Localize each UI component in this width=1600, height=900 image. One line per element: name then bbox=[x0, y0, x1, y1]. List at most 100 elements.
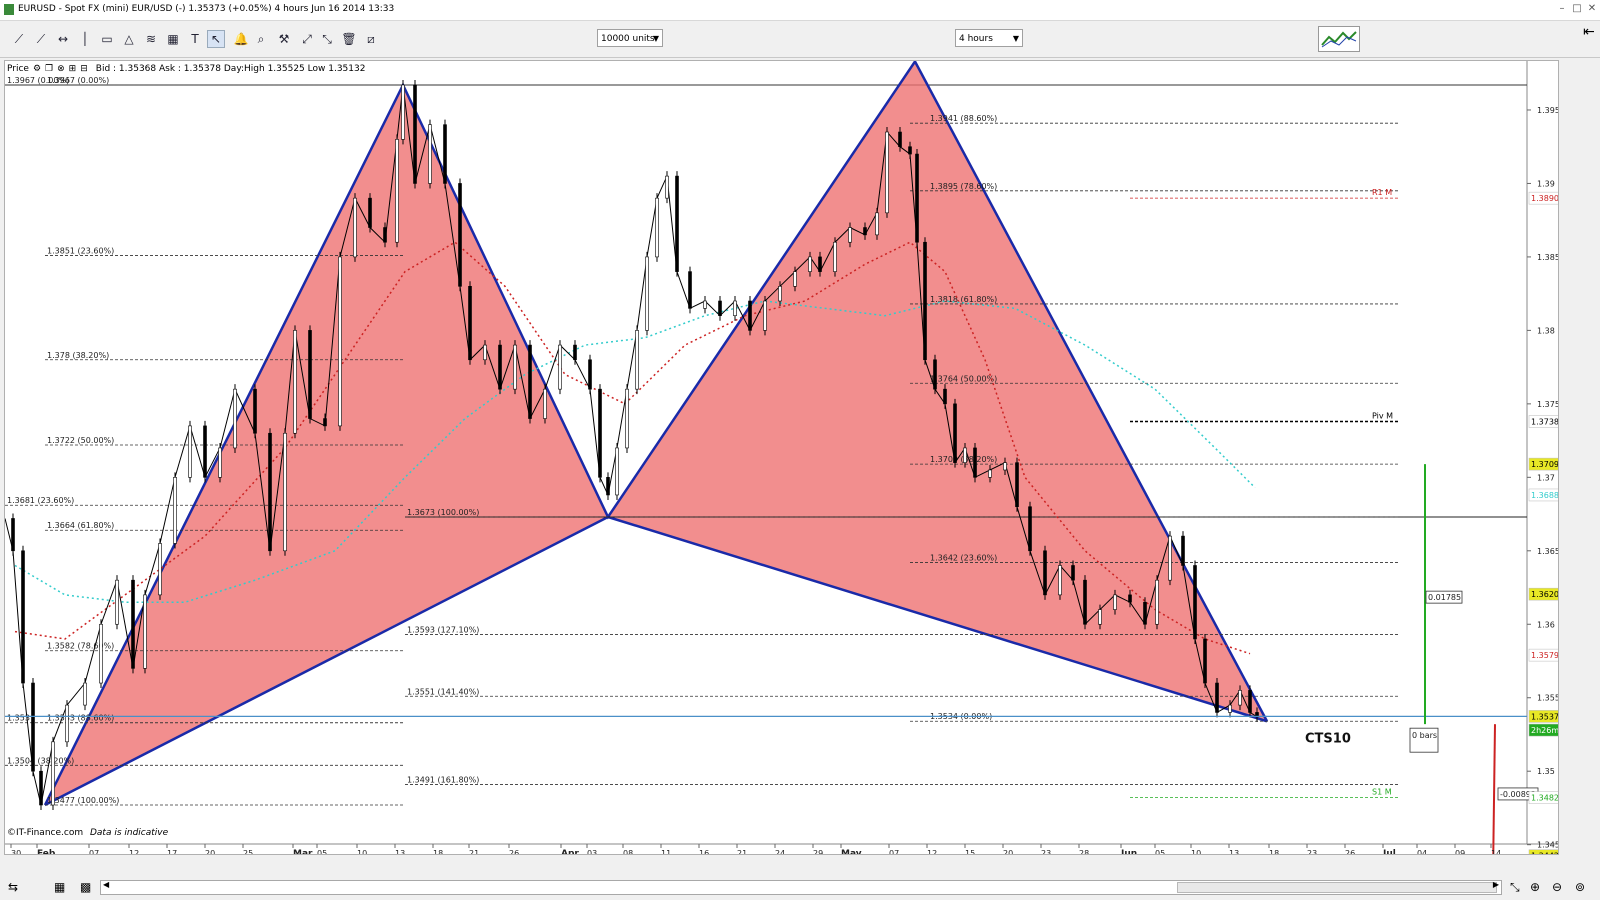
pattern-icon[interactable]: ⤢ bbox=[298, 30, 316, 48]
pivot-label: Piv M bbox=[1372, 411, 1393, 420]
candle-body bbox=[428, 124, 432, 184]
candle-body bbox=[988, 469, 992, 478]
x-tick-label: 25 bbox=[243, 849, 253, 854]
x-tick-label: 29 bbox=[813, 849, 823, 854]
candle-body bbox=[833, 241, 837, 272]
x-tick-label: 23 bbox=[1307, 849, 1317, 854]
candle-body bbox=[1128, 594, 1132, 603]
candle-body bbox=[718, 300, 722, 316]
time-scrollbar[interactable]: ◀ ▶ bbox=[100, 880, 1502, 895]
y-tick-label: 1.36 bbox=[1537, 620, 1555, 629]
fib-left-label: 1.3491 (161.80%) bbox=[407, 775, 479, 784]
grid-icon[interactable]: ▩ bbox=[80, 880, 91, 894]
candle-body bbox=[528, 344, 532, 419]
scroll-left-icon[interactable]: ◀ bbox=[103, 880, 109, 889]
triangle-icon[interactable]: △ bbox=[120, 30, 138, 48]
pivot-label: R1 M bbox=[1372, 188, 1392, 197]
y-tick-label: 1.375 bbox=[1537, 400, 1558, 409]
candle-body bbox=[1071, 565, 1075, 581]
zoom-out-icon[interactable]: ⊖ bbox=[1552, 880, 1562, 894]
price-tag-label: 1.34425 bbox=[1531, 852, 1558, 854]
candle-body bbox=[218, 447, 222, 478]
interval-select[interactable]: 4 hours ▼ bbox=[955, 29, 1023, 47]
trend-tool-icon[interactable]: ⟋ bbox=[32, 30, 50, 48]
x-tick-label: 23 bbox=[1041, 849, 1051, 854]
price-tag-label: 1.3579 bbox=[1531, 651, 1558, 660]
candle-body bbox=[1113, 594, 1117, 610]
scroll-right-icon[interactable]: ▶ bbox=[1493, 880, 1499, 889]
copy-icon[interactable]: ❐ bbox=[45, 64, 53, 74]
candle-body bbox=[21, 550, 25, 684]
export-icon[interactable]: ⊟ bbox=[80, 64, 88, 74]
delete-icon[interactable]: 🗑 bbox=[340, 30, 358, 48]
x-tick-label: 14 bbox=[1491, 849, 1501, 854]
fib-left-label: 1.3851 (23.60%) bbox=[47, 246, 114, 255]
alert-bell-icon[interactable]: 🔔 bbox=[232, 30, 250, 48]
candle-body bbox=[933, 359, 937, 390]
price-tag-label: 2h26m bbox=[1531, 726, 1558, 735]
zoom-in-icon[interactable]: ⊕ bbox=[1530, 880, 1540, 894]
x-tick-label: 21 bbox=[737, 849, 747, 854]
candle-body bbox=[973, 447, 977, 478]
maximize-button[interactable]: □ bbox=[1570, 3, 1584, 14]
x-tick-label: 07 bbox=[889, 849, 899, 854]
candle-body bbox=[39, 770, 43, 806]
candle-body bbox=[458, 183, 462, 287]
drawing-toolbar: ⟋ ⟋ ↔ │ ▭ △ ≋ ▦ T ↖ 🔔 ⌕ ⚒ ⤢ ⤡ 🗑 ⧄ 10000 units ▼ 4 hours … bbox=[0, 21, 1600, 58]
chart-area[interactable]: 1.3967 (0.00%) 1.3851 (23.60%) 1.378 (38.2… bbox=[4, 60, 1559, 855]
cursor-icon[interactable]: ↖ bbox=[207, 30, 225, 48]
hammer-icon[interactable]: ⚒ bbox=[275, 30, 293, 48]
y-tick-label: 1.37 bbox=[1537, 473, 1555, 482]
panel-toggle-icon[interactable]: ⇤ bbox=[1583, 24, 1597, 54]
settings-icon[interactable]: ⚙ bbox=[33, 64, 41, 74]
add-panel-icon[interactable]: ⊞ bbox=[69, 64, 77, 74]
left-edge-label: 1.3504 (38.20%) bbox=[7, 756, 74, 765]
candle-body bbox=[83, 682, 87, 706]
candle-body bbox=[188, 425, 192, 478]
ruler-icon[interactable]: ⧄ bbox=[362, 30, 380, 48]
units-select-value: 10000 units bbox=[601, 34, 655, 44]
candle-body bbox=[338, 256, 342, 427]
vertical-line-icon[interactable]: │ bbox=[76, 30, 94, 48]
x-tick-label: 12 bbox=[129, 849, 139, 854]
zoom-fit-icon[interactable]: ⤡ bbox=[1510, 880, 1520, 895]
chart-style-icon[interactable] bbox=[1318, 26, 1360, 52]
harmonic-icon[interactable]: ⤡ bbox=[318, 30, 336, 48]
minimize-button[interactable]: – bbox=[1555, 3, 1569, 14]
candle-body bbox=[1203, 638, 1207, 684]
channel-icon[interactable]: ▦ bbox=[164, 30, 182, 48]
scroll-thumb[interactable] bbox=[1177, 882, 1497, 893]
fib-left-label: 1.3593 (127.10%) bbox=[407, 626, 479, 635]
rectangle-icon[interactable]: ▭ bbox=[98, 30, 116, 48]
close-button[interactable]: ✕ bbox=[1585, 3, 1599, 14]
close-panel-icon[interactable]: ⊗ bbox=[57, 64, 65, 74]
y-tick-label: 1.395 bbox=[1537, 106, 1558, 115]
x-tick-label: 24 bbox=[775, 849, 785, 854]
price-chart[interactable]: 1.3967 (0.00%) 1.3851 (23.60%) 1.378 (38.2… bbox=[5, 61, 1558, 854]
horizontal-line-icon[interactable]: ↔ bbox=[54, 30, 72, 48]
fibonacci-icon[interactable]: ≋ bbox=[142, 30, 160, 48]
candle-body bbox=[253, 388, 257, 434]
candle-body bbox=[1248, 690, 1252, 713]
text-icon[interactable]: T bbox=[186, 30, 204, 48]
candle-body bbox=[115, 579, 119, 625]
x-tick-label: 17 bbox=[167, 849, 177, 854]
line-tool-icon[interactable]: ⟋ bbox=[10, 30, 28, 48]
units-select[interactable]: 10000 units ▼ bbox=[597, 29, 663, 47]
x-tick-label: Feb bbox=[37, 849, 56, 854]
candle-body bbox=[293, 330, 297, 434]
candle-body bbox=[733, 300, 737, 316]
x-tick-label: 13 bbox=[1229, 849, 1239, 854]
price-panel-label: Price bbox=[7, 64, 29, 74]
x-tick-label: 20 bbox=[205, 849, 215, 854]
candle-body bbox=[1058, 565, 1062, 596]
zoom-reset-icon[interactable]: ⊚ bbox=[1575, 880, 1585, 894]
price-tag-label: 1.35373 bbox=[1531, 712, 1558, 721]
zoom-icon[interactable]: ⌕ bbox=[252, 30, 270, 48]
x-tick-label: May bbox=[841, 849, 862, 854]
app-icon bbox=[4, 4, 14, 15]
candle-body bbox=[513, 344, 517, 390]
nav-icon[interactable]: ⇆ bbox=[8, 880, 18, 894]
x-tick-label: 08 bbox=[623, 849, 633, 854]
calendar-icon[interactable]: ▦ bbox=[54, 880, 65, 894]
